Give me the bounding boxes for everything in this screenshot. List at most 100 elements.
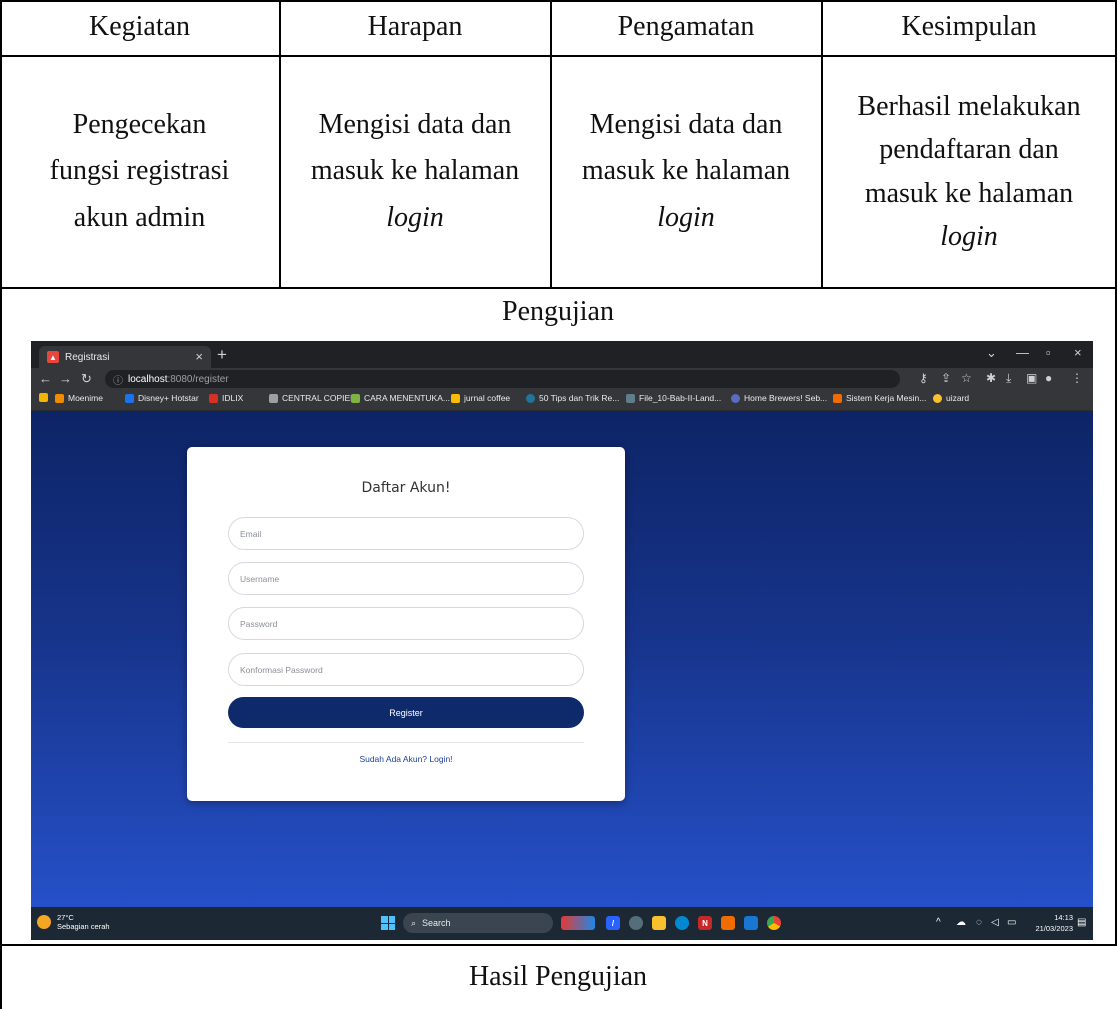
- file-explorer-icon[interactable]: [652, 916, 666, 930]
- cell-pengamatan: Mengisi data dan masuk ke halaman login: [551, 56, 821, 287]
- minimize-icon[interactable]: —: [1016, 345, 1029, 360]
- bookmarks-bar: Moenime Disney+ Hotstar IDLIX CENTRAL CO…: [31, 390, 1093, 411]
- bookmark-uizard[interactable]: uizard: [933, 393, 969, 403]
- window-close-icon[interactable]: ×: [1074, 345, 1082, 360]
- sidepanel-icon[interactable]: ▣: [1026, 371, 1037, 385]
- tab-title: Registrasi: [65, 351, 110, 363]
- form-title: Daftar Akun!: [361, 480, 451, 496]
- chevron-down-icon[interactable]: ⌄: [986, 345, 997, 361]
- reload-icon[interactable]: ↻: [81, 371, 92, 387]
- bookmark-central-copier[interactable]: CENTRAL COPIER: [269, 393, 356, 403]
- kesimpulan-line-1: Berhasil melakukan: [857, 90, 1081, 122]
- chrome-icon[interactable]: [767, 916, 781, 930]
- bookmark-file-10-bab[interactable]: File_10-Bab-II-Land...: [626, 393, 721, 403]
- tab-registrasi[interactable]: ▲ Registrasi ×: [39, 346, 211, 368]
- search-icon: ⌕: [411, 917, 417, 928]
- pengamatan-line-2: masuk ke halaman: [581, 155, 791, 187]
- weather-text: Sebagian cerah: [57, 922, 110, 931]
- hasil-pengujian-label: Hasil Pengujian: [468, 960, 648, 992]
- clock-date: 21/03/2023: [1035, 924, 1073, 933]
- download-icon[interactable]: ⤓: [1006, 371, 1011, 386]
- address-bar: ← → ↻ ⓘ localhost :8080/register ⚷ ⇪ ☆ ✱…: [31, 368, 1093, 390]
- kegiatan-line-2: fungsi registrasi: [49, 155, 230, 187]
- app-icon-1[interactable]: /: [606, 916, 620, 930]
- star-icon[interactable]: ☆: [961, 371, 972, 385]
- chevron-up-icon[interactable]: ^: [936, 917, 941, 928]
- profile-avatar-icon[interactable]: ●: [1045, 371, 1052, 385]
- header-harapan: Harapan: [367, 11, 463, 43]
- bookmark-50-tips[interactable]: 50 Tips dan Trik Re...: [526, 393, 619, 403]
- pengujian-label: Pengujian: [502, 295, 614, 327]
- kesimpulan-line-4: login: [940, 220, 998, 252]
- windows-taskbar: 27°C Sebagian cerah ⌕ Search / N ^ ☁ ◌ ◁…: [31, 907, 1093, 940]
- bookmark-idlix[interactable]: IDLIX: [209, 393, 243, 403]
- url-host: localhost: [128, 373, 168, 385]
- extensions-icon[interactable]: ✱: [986, 371, 996, 385]
- cell-kesimpulan: Berhasil melakukan pendaftaran dan masuk…: [822, 56, 1116, 287]
- xampp-icon[interactable]: [721, 916, 735, 930]
- bookmark-cara-menentuka[interactable]: CARA MENENTUKA...: [351, 393, 450, 403]
- widget-app-icon[interactable]: [561, 916, 595, 930]
- kesimpulan-line-3: masuk ke halaman: [864, 177, 1074, 209]
- forward-arrow-icon[interactable]: →: [59, 371, 72, 386]
- kegiatan-line-1: Pengecekan: [72, 109, 207, 141]
- edge-icon[interactable]: [675, 916, 689, 930]
- header-kegiatan: Kegiatan: [88, 11, 191, 43]
- wifi-icon[interactable]: ◌: [976, 917, 982, 928]
- harapan-line-1: Mengisi data dan: [318, 109, 512, 141]
- menu-dots-icon[interactable]: ⋮: [1071, 371, 1083, 385]
- settings-icon[interactable]: [629, 916, 643, 930]
- bookmark-home-brewers[interactable]: Home Brewers! Seb...: [731, 393, 827, 403]
- kegiatan-line-3: akun admin: [73, 201, 206, 233]
- share-icon[interactable]: ⇪: [941, 371, 951, 385]
- volume-icon[interactable]: ◁: [991, 917, 999, 928]
- info-icon: ⓘ: [113, 375, 123, 387]
- card-divider: [228, 742, 584, 743]
- browser-tab-bar: ▲ Registrasi × + ⌄ — ▫ ×: [31, 341, 1093, 368]
- weather-icon: [37, 915, 51, 929]
- pengamatan-line-3: login: [657, 201, 715, 233]
- register-card: Daftar Akun! Email Username Password Kon…: [187, 447, 625, 801]
- windows-start-icon[interactable]: [381, 916, 395, 930]
- temperature: 27°C: [57, 913, 74, 922]
- username-field[interactable]: Username: [228, 562, 584, 595]
- bookmark-disney[interactable]: Disney+ Hotstar: [125, 393, 199, 403]
- weather-widget[interactable]: 27°C Sebagian cerah: [37, 913, 110, 931]
- clock-time: 14:13: [1054, 913, 1073, 922]
- notification-icon[interactable]: ▤: [1077, 917, 1086, 928]
- netflix-icon[interactable]: N: [698, 916, 712, 930]
- bookmark-sistem-kerja[interactable]: Sistem Kerja Mesin...: [833, 393, 926, 403]
- url-path: :8080/register: [167, 373, 229, 385]
- page-viewport: Daftar Akun! Email Username Password Kon…: [31, 411, 1093, 907]
- url-field[interactable]: ⓘ localhost :8080/register: [105, 370, 900, 388]
- kesimpulan-line-2: pendaftaran dan: [879, 134, 1059, 166]
- cell-harapan: Mengisi data dan masuk ke halaman login: [280, 56, 550, 287]
- close-icon[interactable]: ×: [195, 349, 203, 364]
- test-screenshot: ▲ Registrasi × + ⌄ — ▫ × ← → ↻ ⓘ localho…: [31, 341, 1093, 940]
- password-field[interactable]: Password: [228, 607, 584, 640]
- harapan-line-2: masuk ke halaman: [310, 155, 520, 187]
- battery-icon[interactable]: ▭: [1007, 917, 1016, 928]
- taskbar-clock[interactable]: 14:13 21/03/2023: [1035, 912, 1073, 934]
- restore-icon[interactable]: ▫: [1046, 345, 1051, 360]
- search-label: Search: [422, 918, 451, 928]
- harapan-line-3: login: [386, 201, 444, 233]
- new-tab-icon[interactable]: +: [217, 345, 227, 365]
- cloud-icon[interactable]: ☁: [956, 917, 966, 928]
- header-pengamatan: Pengamatan: [617, 11, 755, 43]
- taskbar-search[interactable]: ⌕ Search: [403, 913, 553, 933]
- app-favicon-icon: ▲: [47, 351, 59, 363]
- login-link[interactable]: Sudah Ada Akun? Login!: [187, 754, 625, 764]
- vscode-icon[interactable]: [744, 916, 758, 930]
- bookmark-moenime[interactable]: Moenime: [55, 393, 103, 403]
- bookmark-jurnal-coffee[interactable]: jurnal coffee: [451, 393, 510, 403]
- email-field[interactable]: Email: [228, 517, 584, 550]
- pengamatan-line-1: Mengisi data dan: [589, 109, 783, 141]
- key-icon[interactable]: ⚷: [919, 371, 928, 385]
- bookmark-app-icon[interactable]: [39, 393, 52, 402]
- register-button[interactable]: Register: [228, 697, 584, 728]
- header-kesimpulan: Kesimpulan: [901, 11, 1037, 43]
- confirm-password-field[interactable]: Konformasi Password: [228, 653, 584, 686]
- cell-kegiatan: Pengecekan fungsi registrasi akun admin: [0, 56, 279, 287]
- back-arrow-icon[interactable]: ←: [39, 371, 52, 386]
